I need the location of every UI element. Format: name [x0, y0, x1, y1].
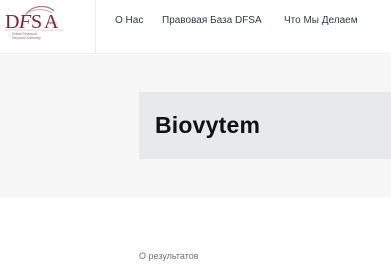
logo-link[interactable]: D F S A Dubai Financial Services Authori…	[0, 0, 96, 54]
nav-what-we-do[interactable]: Что Мы Делаем	[284, 15, 358, 26]
page: D F S A Dubai Financial Services Authori…	[0, 0, 391, 270]
dfsa-logo-icon: D F S A	[5, 6, 64, 32]
site-header: D F S A Dubai Financial Services Authori…	[0, 0, 391, 54]
logo-subtitle-line-2: Services Authority	[12, 36, 41, 40]
svg-text:A: A	[44, 11, 59, 32]
title-box: Biovytem	[139, 92, 391, 159]
nav-legal-framework[interactable]: Правовая База DFSA	[162, 15, 262, 26]
logo-letters: D	[5, 11, 19, 32]
nav-about[interactable]: О Нас	[115, 15, 143, 26]
hero-section: Biovytem	[0, 55, 391, 197]
svg-text:F: F	[18, 11, 32, 32]
page-title: Biovytem	[155, 112, 261, 138]
svg-text:S: S	[31, 11, 42, 32]
results-count: О результатов	[139, 251, 199, 261]
